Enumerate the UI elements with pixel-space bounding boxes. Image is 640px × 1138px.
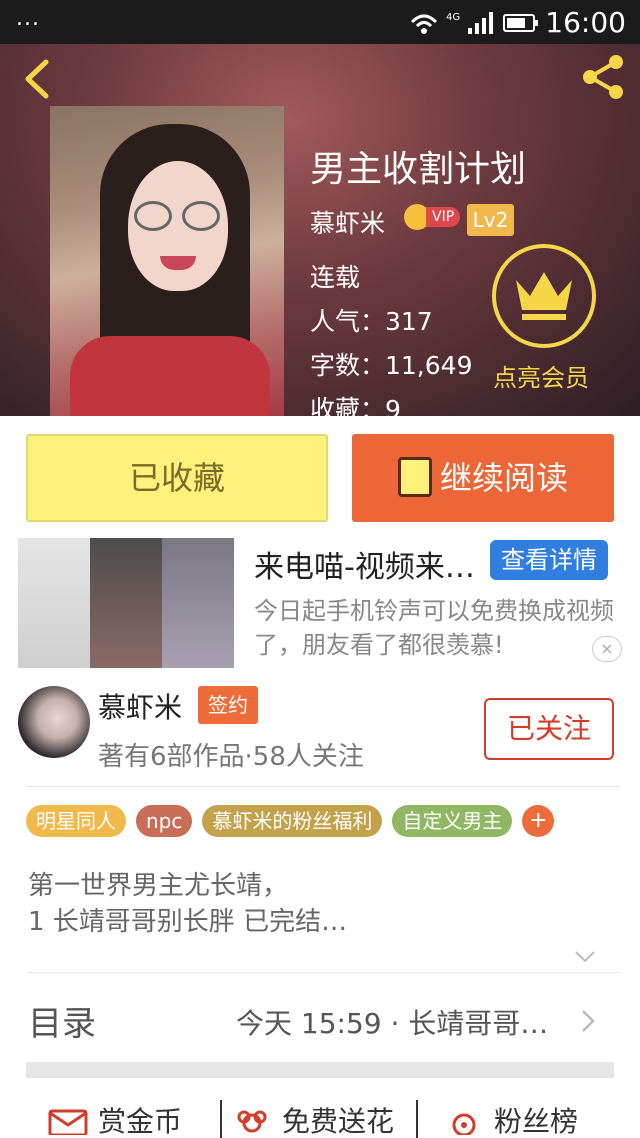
favorited-button[interactable]: 已收藏 <box>26 434 328 522</box>
follow-button[interactable]: 已关注 <box>484 698 614 760</box>
fans-rank-button[interactable]: 粉丝榜 <box>444 1100 578 1138</box>
tag-item[interactable]: 慕虾米的粉丝福利 <box>202 805 383 837</box>
ad-title[interactable]: 来电喵-视频来… <box>254 542 486 586</box>
divider <box>26 786 620 787</box>
ad-thumbnail[interactable] <box>18 538 234 668</box>
reward-coins-button[interactable]: 赏金币 <box>48 1100 182 1138</box>
ad-details-button[interactable]: 查看详情 <box>490 540 608 580</box>
book-status: 连载 <box>310 263 361 292</box>
book-icon <box>397 457 432 497</box>
chevron-right-icon[interactable] <box>578 1008 598 1034</box>
expand-chevron-down-icon[interactable] <box>574 946 596 968</box>
continue-reading-button[interactable]: 继续阅读 <box>352 434 614 522</box>
medal-icon <box>452 1113 476 1135</box>
network-signal-icon: 4G <box>410 12 538 34</box>
member-label[interactable]: 点亮会员 <box>493 358 589 393</box>
network-type-label: 4G <box>446 12 460 23</box>
continue-reading-label: 继续阅读 <box>439 459 568 497</box>
book-favorites-count: 收藏：9 <box>310 395 401 416</box>
crown-icon <box>516 272 572 320</box>
free-flower-button[interactable]: 免费送花 <box>232 1100 394 1138</box>
flower-icon <box>237 1110 267 1133</box>
author-name[interactable]: 慕虾米 <box>98 686 182 726</box>
book-cover-image <box>50 106 284 416</box>
section-separator <box>26 1062 614 1078</box>
member-crown-button[interactable] <box>492 244 596 348</box>
ad-description: 今日起手机铃声可以免费换成视频了，朋友看了都很羡慕! <box>254 597 614 659</box>
summary-line: 第一世界男主尤长靖， <box>28 871 289 901</box>
add-tag-button[interactable]: + <box>522 805 555 837</box>
content-area: 已收藏 继续阅读 来电喵-视频来… 查看详情 今日起手机铃声可以免费换成视频了，… <box>0 416 640 1138</box>
divider <box>26 972 620 973</box>
fans-label: 粉丝榜 <box>494 1105 579 1138</box>
book-title: 男主收割计划 <box>310 149 527 190</box>
tag-item[interactable]: 明星同人 <box>26 805 126 837</box>
book-author[interactable]: 慕虾米 <box>310 204 385 240</box>
signed-badge: 签约 <box>198 686 258 724</box>
status-bar: ... 4G 16:00 <box>0 0 640 44</box>
author-works-info: 著有6部作品·58人关注 <box>98 742 364 772</box>
book-popularity: 人气：317 <box>310 307 433 336</box>
tag-item[interactable]: 自定义男主 <box>392 805 513 837</box>
ad-close-button[interactable]: × <box>592 636 622 662</box>
ad-banner[interactable]: 来电喵-视频来… 查看详情 今日起手机铃声可以免费换成视频了，朋友看了都很羡慕!… <box>18 538 622 668</box>
clock: 16:00 <box>545 6 626 39</box>
back-arrow-icon[interactable] <box>18 58 54 100</box>
envelope-icon <box>48 1109 88 1135</box>
book-word-count: 字数：11,649 <box>310 351 473 380</box>
tag-item[interactable]: npc <box>136 805 193 837</box>
toc-latest-update[interactable]: 今天 15:59 · 长靖哥哥… <box>236 1002 566 1042</box>
divider <box>416 1100 418 1138</box>
action-bar: 赏金币 免费送花 粉丝榜 <box>0 1088 640 1138</box>
flower-label: 免费送花 <box>282 1105 395 1138</box>
author-row[interactable]: 慕虾米 签约 著有6部作品·58人关注 已关注 <box>0 682 640 786</box>
summary-line: 1 长靖哥哥别长胖 已完结… <box>28 907 348 937</box>
book-summary[interactable]: 第一世界男主尤长靖， 1 长靖哥哥别长胖 已完结… <box>28 868 347 940</box>
toc-label[interactable]: 目录 <box>28 996 96 1045</box>
divider <box>220 1100 222 1138</box>
share-icon[interactable] <box>578 52 628 102</box>
vip-label: VIP <box>426 207 461 227</box>
tag-list: 明星同人 npc 慕虾米的粉丝福利 自定义男主 + <box>26 805 555 837</box>
reward-label: 赏金币 <box>98 1105 183 1138</box>
level-badge: Lv2 <box>467 204 514 236</box>
vip-badge: VIP <box>404 204 461 230</box>
avatar[interactable] <box>18 686 90 758</box>
notification-dots: ... <box>16 6 40 31</box>
book-header: 男主收割计划 慕虾米 VIP Lv2 连载 人气：317 字数：11,649 收… <box>0 44 640 416</box>
